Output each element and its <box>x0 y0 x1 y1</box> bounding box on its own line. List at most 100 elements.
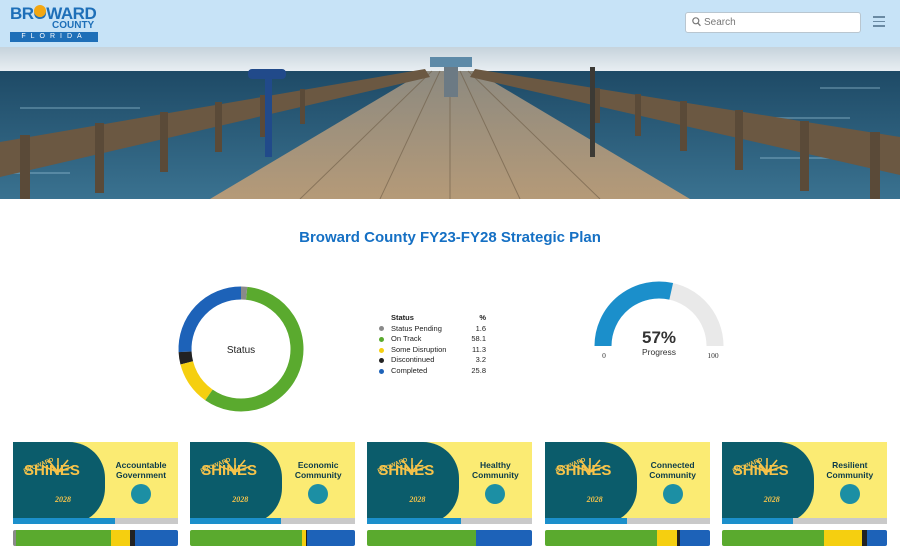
goal-title-line1: Healthy <box>480 460 511 470</box>
logo-florida: FLORIDA <box>10 32 98 42</box>
goal-card[interactable]: BROWARD SHINES 2028 Healthy Community <box>367 442 533 552</box>
goal-title-line2: Community <box>826 469 874 480</box>
brand-shines: SHINES <box>732 462 789 479</box>
donut-slice-some-disruption <box>180 361 213 401</box>
status-segment-on-track <box>367 530 477 546</box>
broward-county-logo[interactable]: BROWARD COUNTY FLORIDA <box>10 4 100 42</box>
status-segment-on-track <box>544 530 657 546</box>
legend-item: Status Pending 1.6 <box>376 324 486 335</box>
legend-item: Discontinued 3.2 <box>376 355 486 366</box>
goal-card-title: Healthy Community <box>459 460 531 480</box>
search-input[interactable] <box>704 14 854 31</box>
status-segment-disruption <box>111 530 131 546</box>
goal-status-bar <box>190 530 356 546</box>
legend-dot <box>379 368 384 374</box>
goal-card-banner: BROWARD SHINES 2028 Connected Community <box>544 442 710 524</box>
status-segment-completed <box>679 530 710 546</box>
donut-slice-discontinued <box>178 351 194 365</box>
brand-year: 2028 <box>586 495 603 504</box>
goal-card[interactable]: BROWARD SHINES 2028 Resilient Community <box>721 442 887 552</box>
goal-card-title: Economic Community <box>282 460 354 480</box>
goal-progress-bar <box>190 518 356 524</box>
legend-label: Completed <box>391 365 428 375</box>
status-legend: Status % Status Pending 1.6 On Track 58.1 So… <box>376 313 486 377</box>
goal-card-banner: BROWARD SHINES 2028 Economic Community <box>190 442 356 524</box>
goal-status-bar <box>13 530 178 546</box>
legend-header-status: Status <box>391 313 414 322</box>
goal-card-title: Resilient Community <box>814 460 886 480</box>
legend-value: 1.6 <box>475 323 486 333</box>
goal-title-line2: Government <box>115 469 167 480</box>
goal-progress-fill <box>544 518 628 524</box>
gauge-label: Progress <box>642 347 676 357</box>
goal-status-bar <box>721 530 887 546</box>
legend-label: On Track <box>391 334 422 344</box>
goal-status-bar <box>367 530 533 546</box>
status-segment-completed <box>476 530 533 546</box>
status-segment-completed <box>307 530 356 546</box>
goal-progress-fill <box>367 518 462 524</box>
goal-card-banner: BROWARD SHINES 2028 Resilient Community <box>721 442 887 524</box>
goal-emblem-icon <box>485 484 506 504</box>
logo-sun-icon <box>34 5 46 17</box>
legend-label: Some Disruption <box>391 344 447 354</box>
hamburger-menu-icon[interactable] <box>873 16 885 28</box>
goal-card[interactable]: BROWARD SHINES 2028 Accountable Government <box>13 442 178 552</box>
goal-title-line2: Community <box>649 469 696 480</box>
site-header: BROWARD COUNTY FLORIDA <box>0 0 900 47</box>
gauge-value: 57% <box>642 328 676 347</box>
progress-gauge: 57% Progress 0 100 <box>594 281 724 360</box>
search-box[interactable] <box>685 12 861 33</box>
gauge-min: 0 <box>602 351 606 360</box>
goal-title-line2: Community <box>472 469 519 480</box>
gauge-max: 100 <box>707 351 719 360</box>
goal-progress-fill <box>721 518 793 524</box>
goal-progress-bar <box>544 518 710 524</box>
legend-value: 25.8 <box>471 365 486 375</box>
donut-slice-completed <box>178 286 242 353</box>
brand-shines: SHINES <box>24 462 80 479</box>
brand-year: 2028 <box>763 495 780 504</box>
status-segment-on-track <box>190 530 303 546</box>
goal-title-line1: Accountable <box>115 460 167 470</box>
goal-emblem-icon <box>131 484 151 504</box>
goal-card-banner: BROWARD SHINES 2028 Healthy Community <box>367 442 533 524</box>
goal-emblem-icon <box>662 484 683 504</box>
goal-card-title: Connected Community <box>637 460 709 480</box>
goal-title-line1: Economic <box>297 460 339 470</box>
hero-pier-image <box>0 47 900 199</box>
legend-item: On Track 58.1 <box>376 334 486 345</box>
legend-header: Status % <box>376 313 486 324</box>
brand-year: 2028 <box>409 495 426 504</box>
brand-shines: SHINES <box>201 462 258 479</box>
legend-header-pct: % <box>479 313 486 322</box>
legend-item: Completed 25.8 <box>376 366 486 377</box>
goal-emblem-icon <box>839 484 860 504</box>
goal-card[interactable]: BROWARD SHINES 2028 Economic Community <box>190 442 356 552</box>
goal-progress-bar <box>13 518 178 524</box>
brand-shines: SHINES <box>378 462 435 479</box>
goal-title-line2: Community <box>294 469 342 480</box>
legend-value: 3.2 <box>475 355 486 365</box>
legend-label: Status Pending <box>391 323 442 333</box>
goal-progress-fill <box>190 518 281 524</box>
goal-card[interactable]: BROWARD SHINES 2028 Connected Community <box>544 442 710 552</box>
goal-progress-fill <box>13 518 116 524</box>
goal-card-banner: BROWARD SHINES 2028 Accountable Government <box>13 442 178 524</box>
goal-status-bar <box>544 530 710 546</box>
goal-cards: BROWARD SHINES 2028 Accountable Government BR… <box>13 442 887 552</box>
goal-progress-bar <box>721 518 887 524</box>
status-segment-completed <box>135 530 178 546</box>
legend-dot <box>379 326 384 332</box>
page-title: Broward County FY23-FY28 Strategic Plan <box>299 229 601 246</box>
brand-year: 2028 <box>55 495 71 504</box>
goal-title-line1: Resilient <box>832 460 868 470</box>
search-icon <box>692 17 701 27</box>
status-donut-chart: Status <box>178 286 304 412</box>
goal-title-line1: Connected <box>650 460 695 470</box>
status-segment-completed <box>866 530 887 546</box>
goal-emblem-icon <box>308 484 329 504</box>
brand-year: 2028 <box>232 495 249 504</box>
legend-label: Discontinued <box>391 355 435 365</box>
legend-dot <box>379 347 384 353</box>
